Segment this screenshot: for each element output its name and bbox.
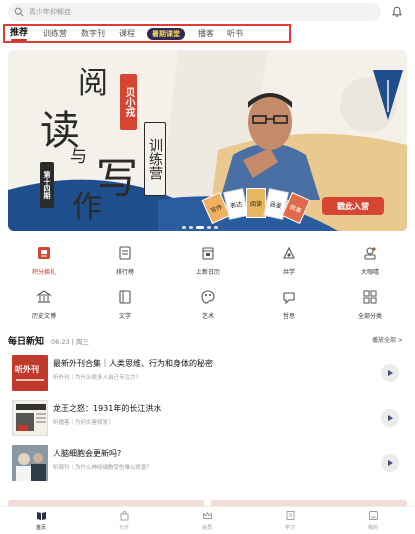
- study-together-icon: [280, 244, 298, 262]
- profile-icon: [368, 511, 378, 520]
- search-input[interactable]: 青少年抑郁症: [8, 3, 381, 21]
- museum-icon: [35, 288, 53, 306]
- tab-bar: 推荐 训练营 数字刊 课程 暑期课堂 播客 听书: [3, 24, 291, 43]
- nav-profile[interactable]: 我的: [353, 510, 393, 531]
- tab-podcast[interactable]: 播客: [198, 26, 214, 41]
- gift-bag-icon: [120, 511, 128, 521]
- tab-recommend[interactable]: 推荐: [8, 26, 30, 41]
- ranking-icon: [116, 244, 134, 262]
- play-button[interactable]: [381, 409, 399, 427]
- notebook-icon: [286, 511, 294, 520]
- play-icon: [388, 460, 393, 466]
- category-philosophy[interactable]: 哲思: [261, 288, 317, 324]
- item-thumbnail: [12, 445, 48, 481]
- play-icon: [388, 415, 393, 421]
- category-points-gift[interactable]: 积分换礼: [16, 244, 72, 280]
- nav-home[interactable]: 首页: [21, 510, 61, 531]
- carousel-dot: [189, 226, 193, 229]
- bottom-navigation: 首页 七夕 会员 学习 我的: [0, 506, 415, 534]
- search-row: 青少年抑郁症: [0, 0, 415, 24]
- carousel-dot: [214, 226, 218, 229]
- category-all[interactable]: 全部分类: [342, 288, 398, 324]
- camp-tag: 训练营: [144, 122, 166, 196]
- art-palette-icon: [199, 288, 217, 306]
- banner-title-char-3: 与: [70, 147, 87, 167]
- literature-icon: [116, 288, 134, 306]
- play-all-link[interactable]: 播放全部 >: [372, 335, 403, 344]
- item-subtitle: 听周刊｜为什么神经细胞受伤难以修复？: [53, 465, 153, 471]
- tab-training-camp[interactable]: 训练营: [43, 26, 67, 41]
- nav-membership[interactable]: 会员: [187, 510, 227, 531]
- philosophy-icon: [280, 288, 298, 306]
- item-title: 龙王之怒：1931年的长江洪水: [53, 404, 162, 413]
- item-title: 人脑细胞会更新吗?: [53, 449, 122, 458]
- item-title: 最新外刊合集｜人类思维、行为和身体的秘密: [53, 359, 213, 368]
- author-tag: 贝小戎: [120, 74, 137, 130]
- category-study-together[interactable]: 共学: [261, 244, 317, 280]
- carousel-indicator: [182, 226, 218, 229]
- crown-icon: [202, 511, 212, 519]
- expert-icon: [361, 244, 379, 262]
- nav-qixi[interactable]: 七夕: [104, 510, 144, 531]
- category-expert[interactable]: 大咖嘻: [342, 244, 398, 280]
- join-camp-button[interactable]: 戳此入营: [322, 197, 384, 215]
- list-item[interactable]: 龙王之怒：1931年的长江洪水 听播客｜为何灾害频发？: [0, 398, 415, 438]
- calendar-icon: [199, 244, 217, 262]
- issue-tag: 第十四期: [40, 162, 54, 208]
- category-new-calendar[interactable]: 上新日历: [180, 244, 236, 280]
- item-subtitle: 听外刊｜为什么很多人自己专注力？: [53, 375, 142, 381]
- play-button[interactable]: [381, 454, 399, 472]
- tab-summer-class[interactable]: 暑期课堂: [147, 27, 186, 40]
- category-history-museum[interactable]: 历史文博: [16, 288, 72, 324]
- category-literature[interactable]: 文学: [97, 288, 153, 324]
- banner-title-char-4: 写: [96, 154, 139, 203]
- play-button[interactable]: [381, 364, 399, 382]
- item-subtitle: 听播客｜为何灾害频发？: [53, 420, 114, 426]
- daily-date: 08.23 | 周三: [51, 338, 89, 346]
- nav-learning[interactable]: 学习: [270, 510, 310, 531]
- category-art[interactable]: 艺术: [180, 288, 236, 324]
- item-thumbnail: 听外刊: [12, 355, 48, 391]
- search-placeholder: 青少年抑郁症: [29, 8, 71, 16]
- item-thumbnail: [12, 400, 48, 436]
- gift-icon: [35, 244, 53, 262]
- list-item[interactable]: 听外刊 最新外刊合集｜人类思维、行为和身体的秘密 听外刊｜为什么很多人自己专注力…: [0, 353, 415, 393]
- home-book-icon: [36, 512, 46, 520]
- tab-audiobook[interactable]: 听书: [227, 26, 243, 41]
- all-categories-icon: [361, 288, 379, 306]
- banner-title-char-5: 作: [72, 190, 102, 225]
- category-ranking[interactable]: 排行榜: [97, 244, 153, 280]
- play-icon: [388, 370, 393, 376]
- carousel-dot: [182, 226, 186, 229]
- carousel-dot-active: [196, 226, 204, 229]
- tab-digital-magazine[interactable]: 数字刊: [81, 26, 105, 41]
- search-icon: [14, 7, 24, 17]
- daily-section-title: 每日新知: [8, 337, 45, 347]
- list-item[interactable]: 人脑细胞会更新吗? 听周刊｜为什么神经细胞受伤难以修复？: [0, 443, 415, 483]
- banner-title-char-1: 阅: [78, 66, 108, 101]
- carousel-dot: [207, 226, 211, 229]
- tab-courses[interactable]: 课程: [119, 26, 135, 41]
- bell-icon[interactable]: [391, 6, 403, 18]
